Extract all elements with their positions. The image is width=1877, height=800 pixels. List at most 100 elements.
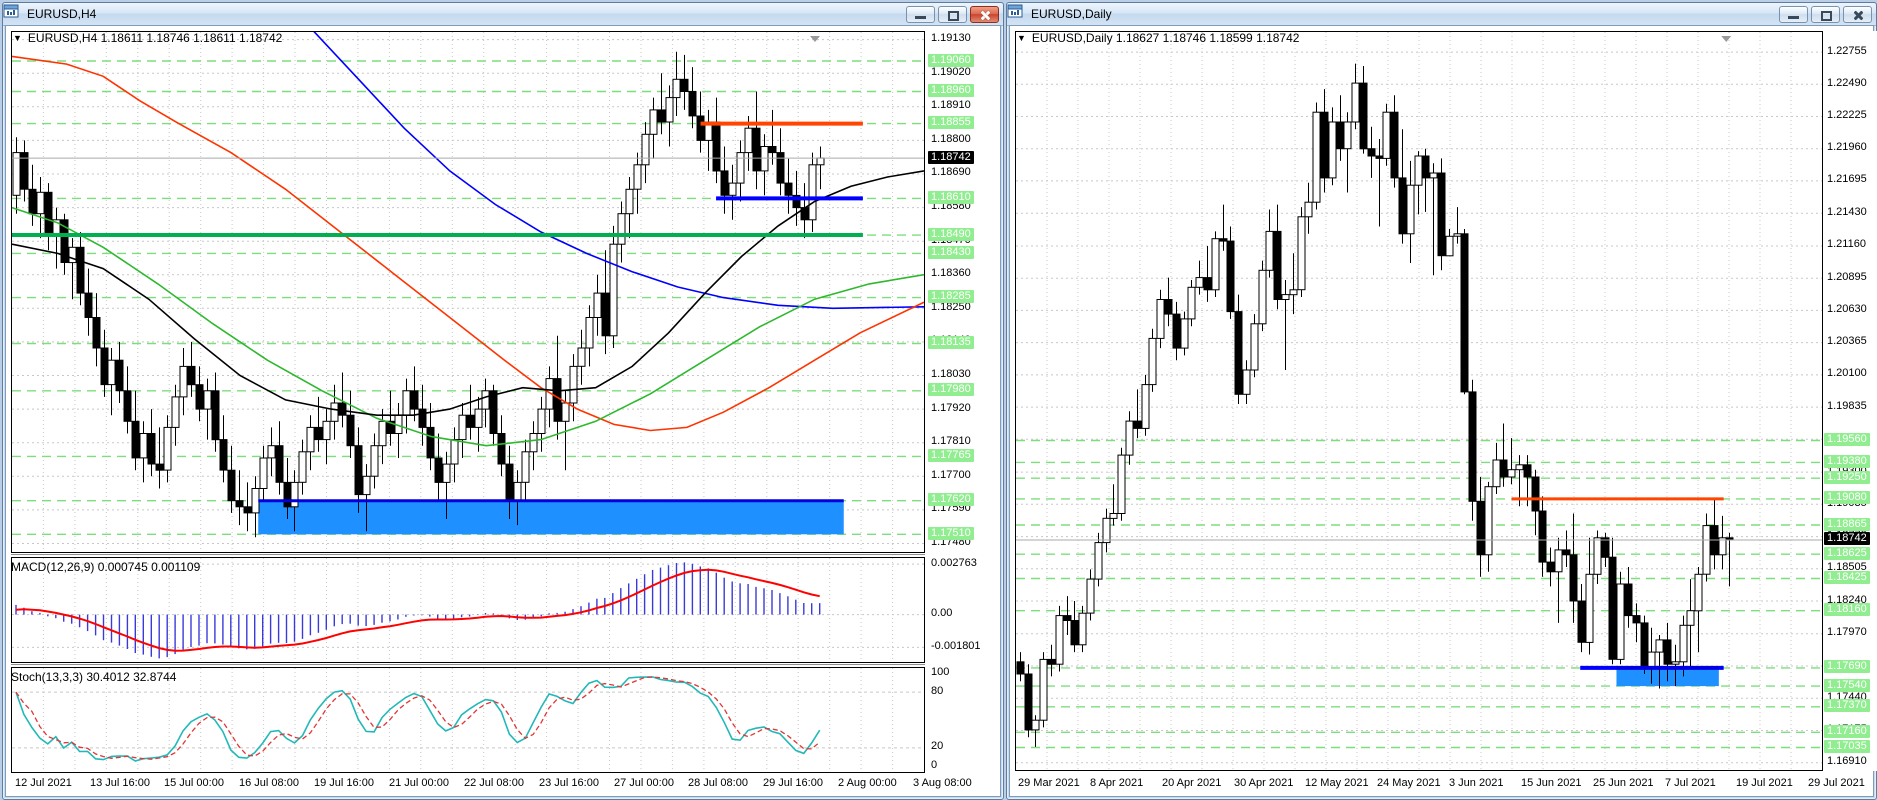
symbol-dropdown-icon[interactable]: ▼ (1017, 33, 1026, 43)
time-tick-label: 15 Jun 2021 (1521, 777, 1582, 789)
macd-histogram (15, 562, 821, 659)
window-eurusd-h4[interactable]: EURUSD,H4 ▼ EURUSD,H4 1.18611 1.18746 1.1… (2, 2, 1004, 800)
price-level-tag: 1.17370 (1824, 699, 1870, 713)
window-eurusd-daily[interactable]: EURUSD,Daily ▼ EURUSD,Daily 1.18627 1.187… (1006, 2, 1877, 800)
price-level-tag: 1.19250 (1824, 470, 1870, 484)
stoch-axis-label: 80 (931, 684, 944, 697)
chart-canvas (12, 32, 924, 552)
price-tick-label: 1.22755 (1827, 44, 1867, 57)
titlebar-daily[interactable]: EURUSD,Daily (1007, 3, 1876, 26)
current-price-tag: 1.18742 (928, 150, 974, 164)
macd-axis-label: 0.002763 (931, 556, 977, 569)
chart-window-icon (1007, 4, 1027, 22)
stoch-axis-label: 20 (931, 740, 944, 753)
stoch-main-line (15, 676, 821, 762)
price-tick-label: 1.22225 (1827, 108, 1867, 121)
ma-red (12, 55, 924, 432)
time-tick-label: 13 Jul 16:00 (90, 777, 150, 789)
time-axis-daily[interactable]: 29 Mar 2021 8 Apr 2021 20 Apr 2021 30 Apr 2… (1015, 774, 1865, 792)
time-axis-h4[interactable]: 12 Jul 2021 13 Jul 16:00 15 Jul 00:00 16 Ju… (11, 774, 972, 792)
minimize-button[interactable] (1779, 5, 1808, 23)
mdi-background: EURUSD,H4 ▼ EURUSD,H4 1.18611 1.18746 1.1… (0, 0, 1877, 800)
price-tick-label: 1.19020 (931, 65, 971, 78)
time-tick-label: 29 Mar 2021 (1018, 777, 1080, 789)
stoch-signal-line (15, 676, 821, 760)
candles-layer (1016, 63, 1734, 747)
time-tick-label: 29 Jul 16:00 (763, 777, 823, 789)
chart-canvas (1016, 32, 1822, 770)
price-level-tag: 1.18610 (928, 190, 974, 204)
price-tick-label: 1.17810 (931, 435, 971, 448)
titlebar-h4[interactable]: EURUSD,H4 (3, 3, 1003, 26)
price-level-tag: 1.18430 (928, 245, 974, 259)
price-tick-label: 1.20630 (1827, 302, 1867, 315)
price-level-tag: 1.18285 (928, 290, 974, 304)
time-tick-label: 19 Jul 2021 (1736, 777, 1793, 789)
autoscroll-marker (810, 36, 820, 42)
price-level-tag: 1.17510 (928, 526, 974, 540)
price-tick-label: 1.21430 (1827, 205, 1867, 218)
time-tick-label: 24 May 2021 (1377, 777, 1441, 789)
time-tick-label: 16 Jul 08:00 (239, 777, 299, 789)
ohlc-overlay-daily: ▼ EURUSD,Daily 1.18627 1.18746 1.18599 1.… (1017, 31, 1300, 45)
window-title: EURUSD,Daily (1031, 7, 1112, 21)
macd-axis-label: 0.00 (931, 607, 953, 620)
macd-axis-label: -0.001801 (931, 639, 981, 652)
time-tick-label: 23 Jul 16:00 (539, 777, 599, 789)
time-tick-label: 21 Jul 00:00 (389, 777, 449, 789)
price-tick-label: 1.18800 (931, 132, 971, 145)
price-level-tag: 1.18625 (1824, 546, 1870, 560)
minimize-button[interactable] (906, 5, 935, 23)
grid-vertical (1046, 32, 1792, 770)
price-level-tag: 1.18425 (1824, 571, 1870, 584)
price-level-tag: 1.17035 (1824, 740, 1870, 753)
price-level-tag: 1.18160 (1824, 603, 1870, 617)
minimize-icon (1788, 15, 1799, 19)
price-level-tag: 1.17765 (928, 448, 974, 462)
macd-label: MACD(12,26,9) 0.000745 0.001109 (11, 560, 201, 574)
restore-icon (1821, 10, 1832, 21)
price-tick-label: 1.20895 (1827, 270, 1867, 283)
grid-vertical (42, 32, 894, 552)
time-tick-label: 22 Jul 08:00 (464, 777, 524, 789)
macd-signal-line (15, 568, 820, 652)
price-tick-label: 1.17700 (931, 468, 971, 481)
time-tick-label: 15 Jul 00:00 (164, 777, 224, 789)
price-level-tag: 1.19080 (1824, 491, 1870, 505)
price-level-tag: 1.19060 (928, 53, 974, 67)
ohlc-overlay-h4: ▼ EURUSD,H4 1.18611 1.18746 1.18611 1.187… (13, 31, 283, 45)
time-tick-label: 19 Jul 16:00 (314, 777, 374, 789)
stoch-axis: 100 80 20 0 (927, 666, 999, 773)
time-tick-label: 30 Apr 2021 (1234, 777, 1294, 789)
stoch-axis-label: 0 (931, 758, 938, 771)
close-button[interactable] (1843, 5, 1872, 23)
price-level-tag: 1.17540 (1824, 678, 1870, 692)
time-tick-label: 7 Jul 2021 (1665, 777, 1716, 789)
restore-button[interactable] (1811, 5, 1840, 23)
price-level-tag: 1.19560 (1824, 433, 1870, 446)
price-level-tag: 1.18135 (928, 335, 974, 349)
price-level-tag: 1.18490 (928, 227, 974, 241)
price-pane-daily[interactable] (1015, 31, 1823, 771)
stoch-label: Stoch(13,3,3) 30.4012 32.8744 (11, 670, 177, 684)
window-title: EURUSD,H4 (27, 7, 97, 21)
time-tick-label: 2 Aug 00:00 (838, 777, 897, 789)
time-tick-label: 12 May 2021 (1305, 777, 1369, 789)
restore-button[interactable] (938, 5, 967, 23)
price-level-tag: 1.18960 (928, 84, 974, 98)
price-tick-label: 1.18360 (931, 267, 971, 280)
price-axis-daily[interactable]: 1.22755 1.22490 1.22225 1.21960 1.21695 1.214… (1823, 31, 1877, 771)
stoch-axis-label: 100 (931, 666, 950, 679)
time-tick-label: 3 Jun 2021 (1449, 777, 1504, 789)
price-pane-h4[interactable] (11, 31, 925, 553)
time-tick-label: 27 Jul 00:00 (614, 777, 674, 789)
price-level-tag: 1.17160 (1824, 724, 1870, 738)
symbol-dropdown-icon[interactable]: ▼ (13, 33, 22, 43)
autoscroll-marker (1721, 36, 1732, 42)
price-level-tag: 1.18865 (1824, 517, 1870, 531)
time-tick-label: 3 Aug 08:00 (913, 777, 972, 789)
price-axis-h4[interactable]: 1.19130 1.19020 1.18910 1.18800 1.18690 1.185… (927, 31, 999, 553)
close-button[interactable] (970, 5, 999, 23)
price-level-tag: 1.17980 (928, 383, 974, 397)
price-tick-label: 1.18030 (931, 368, 971, 380)
